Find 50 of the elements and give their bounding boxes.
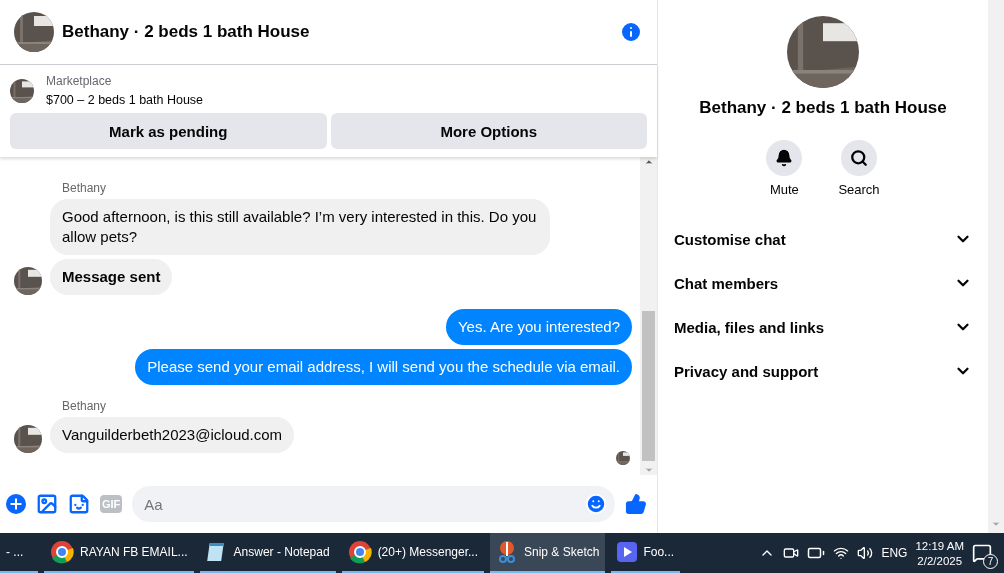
- scrollbar-thumb[interactable]: [642, 311, 655, 461]
- notification-icon[interactable]: [972, 543, 992, 563]
- notification-badge: 7: [983, 554, 998, 569]
- section-header[interactable]: Customise chat: [674, 230, 786, 248]
- action-button[interactable]: More Options: [330, 113, 647, 149]
- plus-icon[interactable]: [6, 494, 26, 514]
- language-indicator[interactable]: ENG: [881, 546, 908, 560]
- message-bubble: Message sent: [50, 259, 173, 295]
- sticker-icon[interactable]: [68, 493, 90, 515]
- mute-button[interactable]: [766, 140, 803, 176]
- search-button[interactable]: [841, 140, 877, 176]
- listing-label: Marketplace: [46, 74, 113, 88]
- conversation-title: Bethany · 2 beds 1 bath House: [699, 98, 947, 118]
- section-header[interactable]: Privacy and support: [674, 362, 819, 380]
- info-icon[interactable]: [619, 20, 643, 44]
- image-icon[interactable]: [36, 493, 58, 515]
- sender-name: Bethany: [62, 399, 107, 413]
- browser-icon: [347, 540, 372, 564]
- emoji-icon[interactable]: [585, 493, 607, 515]
- listing-title: $700 – 2 beds 1 bath House: [46, 93, 204, 107]
- taskbar-item[interactable]: (20+) Messenger...: [341, 533, 484, 573]
- play-icon: [617, 542, 638, 562]
- camera-icon[interactable]: [783, 545, 800, 561]
- speaker-icon[interactable]: [857, 545, 874, 561]
- action-button[interactable]: Mark as pending: [10, 113, 327, 149]
- clock-time[interactable]: 12:19 AM: [915, 539, 964, 552]
- taskbar-item[interactable]: Snip & Sketch: [490, 533, 606, 573]
- scissors-icon: [496, 540, 518, 564]
- section-header[interactable]: Chat members: [674, 274, 779, 292]
- clock-date[interactable]: 2/2/2025: [917, 554, 963, 567]
- taskbar-item[interactable]: Answer - Notepad: [199, 533, 336, 573]
- section-header[interactable]: Media, files and links: [674, 318, 825, 336]
- taskbar-item[interactable]: - ...: [0, 533, 38, 573]
- sender-name: Bethany: [62, 181, 107, 195]
- message-bubble: Please send your email address, I will send you the schedule via email.: [135, 349, 632, 385]
- browser-icon: [50, 540, 74, 564]
- message-bubble: Good afternoon, is this still available? I’m very interested in this. Do you allow pets?: [50, 199, 550, 255]
- message-bubble: Vanguilderbeth2023@icloud.com: [50, 417, 295, 453]
- action-label: Mute: [769, 182, 799, 197]
- message-bubble: Yes. Are you interested?: [445, 309, 632, 345]
- taskbar-item[interactable]: Foo...: [611, 533, 681, 573]
- wifi-icon[interactable]: [833, 545, 850, 561]
- scroll-up-icon[interactable]: [643, 157, 654, 167]
- action-label: Search: [838, 182, 880, 197]
- chat-title: Bethany · 2 beds 1 bath House: [62, 22, 311, 42]
- bell-icon: [775, 149, 794, 167]
- message-field[interactable]: Aa: [132, 486, 615, 522]
- thumbs-up-icon[interactable]: [625, 493, 647, 515]
- search-icon: [850, 149, 868, 167]
- taskbar-item[interactable]: RAYAN FB EMAIL...: [44, 533, 194, 573]
